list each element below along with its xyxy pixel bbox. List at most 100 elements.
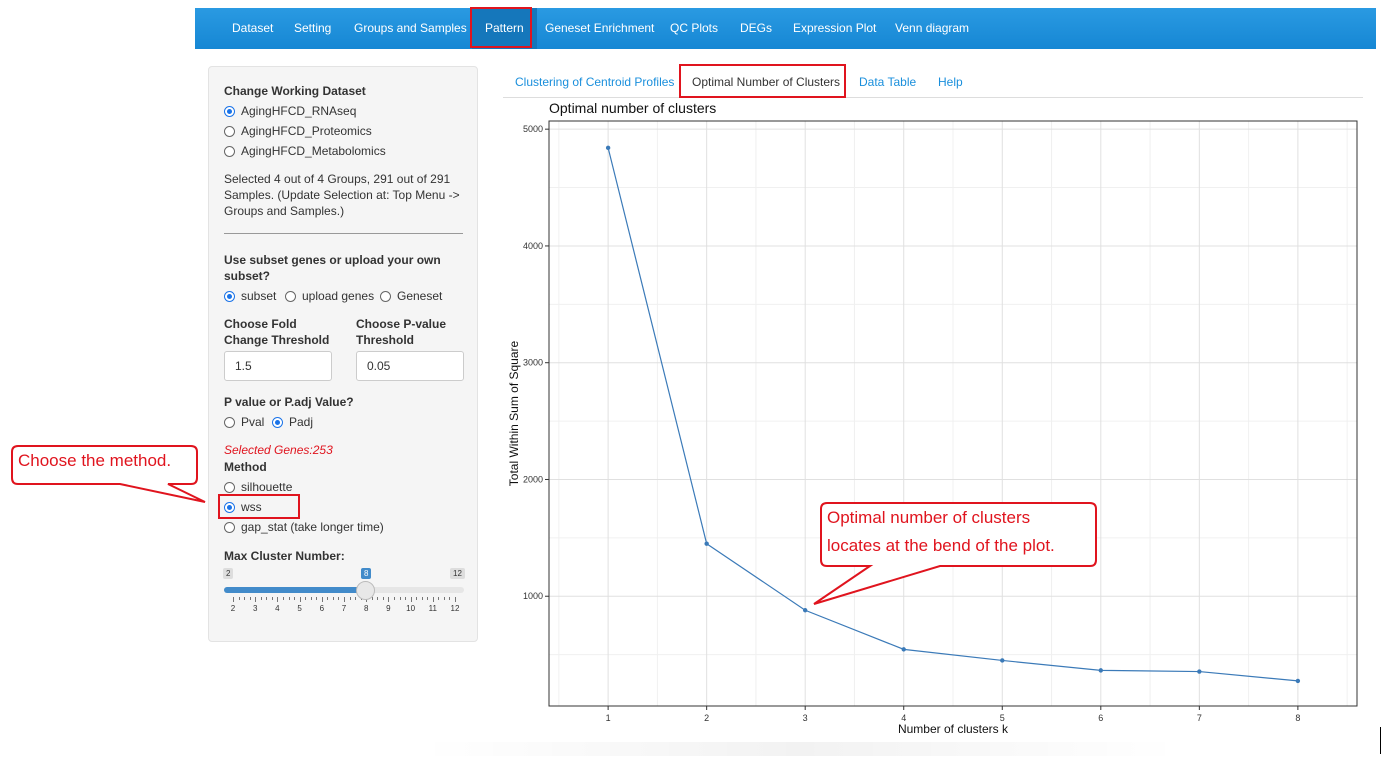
x-tick-label: 8 <box>1295 713 1300 723</box>
subset-option-geneset[interactable]: Geneset <box>380 289 442 303</box>
slider-minor-tick <box>355 597 357 600</box>
radio-icon[interactable] <box>380 290 391 302</box>
wss-elbow-plot: 100020003000400050001 2 3 4 5 6 7 8Number of cl… <box>507 120 1358 736</box>
pval-option-label: Padj <box>289 415 314 429</box>
radio-icon[interactable] <box>285 290 296 302</box>
slider-tick-label: 2 <box>230 604 236 613</box>
dataset-option-rnaseq[interactable]: AgingHFCD_RNAseq <box>224 104 356 118</box>
fold-change-input[interactable]: 1.5 <box>224 351 332 381</box>
bend-callout-line: Optimal number of clusters <box>827 508 1031 527</box>
slider-minor-tick <box>416 597 418 600</box>
tab-help[interactable]: Help <box>938 75 963 89</box>
nav-groups-and-samples[interactable]: Groups and Samples <box>354 8 467 49</box>
nav-geneset-enrichment[interactable]: Geneset Enrichment <box>545 8 654 49</box>
tab-clustering-of-centroid-profiles[interactable]: Clustering of Centroid Profiles <box>515 75 674 89</box>
slider-tick-label: 7 <box>341 604 347 613</box>
slider-minor-tick <box>332 597 334 600</box>
data-point <box>1098 668 1104 673</box>
pval-option-padj[interactable]: Padj <box>272 415 313 429</box>
nav-qc-plots[interactable]: QC Plots <box>670 8 718 49</box>
p-value-label: Threshold <box>356 333 415 347</box>
slider-tick-label: 10 <box>406 604 416 613</box>
slider-tick <box>410 597 412 602</box>
slider-tick-label: 12 <box>450 604 460 613</box>
radio-icon[interactable] <box>224 105 235 117</box>
dataset-heading: Change Working Dataset <box>224 84 366 98</box>
slider-minor-tick <box>310 597 312 600</box>
x-tick-label: 7 <box>1197 713 1202 723</box>
radio-icon[interactable] <box>272 416 283 428</box>
x-axis-label: Number of clusters k <box>898 722 1009 736</box>
slider-minor-tick <box>238 597 240 600</box>
slider-minor-tick <box>421 597 423 600</box>
subset-heading: subset? <box>224 269 271 283</box>
slider-minor-tick <box>288 597 290 600</box>
dataset-option-label: AgingHFCD_Metabolomics <box>241 144 386 158</box>
nav-expression-plot[interactable]: Expression Plot <box>793 8 876 49</box>
y-tick-label: 1000 <box>523 591 543 601</box>
y-tick-label: 4000 <box>523 241 543 251</box>
dataset-option-label: AgingHFCD_RNAseq <box>241 104 357 118</box>
slider-tick <box>233 597 234 602</box>
y-axis-label: Total Within Sum of Square <box>507 340 521 486</box>
slider-tick <box>455 597 456 602</box>
x-tick-label: 3 <box>803 713 808 723</box>
y-tick-label: 5000 <box>523 124 543 134</box>
subset-option-label: Geneset <box>397 289 443 303</box>
tab-highlight-box <box>679 64 846 98</box>
tab-data-table[interactable]: Data Table <box>859 75 916 89</box>
p-value-input[interactable]: 0.05 <box>356 351 464 381</box>
slider-tick-label: 3 <box>252 604 258 613</box>
slider-minor-tick <box>349 597 351 600</box>
nav-dataset[interactable]: Dataset <box>232 8 273 49</box>
data-point <box>1000 658 1005 663</box>
slider-minor-tick <box>438 597 440 600</box>
radio-icon[interactable] <box>224 125 235 137</box>
subset-option-upload[interactable]: upload genes <box>285 289 374 303</box>
y-tick-label: 3000 <box>523 358 543 368</box>
x-tick-label: 6 <box>1098 713 1103 723</box>
p-value-label: Choose P-value <box>356 317 447 331</box>
tabs-underline <box>503 97 1363 98</box>
radio-icon[interactable] <box>224 290 235 302</box>
slider-handle[interactable] <box>356 581 375 600</box>
slider-min-label: 2 <box>223 568 234 579</box>
slider-tick-label: 4 <box>275 604 280 613</box>
radio-icon[interactable] <box>224 416 235 428</box>
y-tick-label: 2000 <box>523 474 543 484</box>
subset-heading: Use subset genes or upload your own <box>224 253 441 267</box>
slider-tick-label: 5 <box>297 604 302 613</box>
pval-option-pval[interactable]: Pval <box>224 415 264 429</box>
slider-minor-tick <box>244 597 246 600</box>
dataset-option-proteomics[interactable]: AgingHFCD_Proteomics <box>224 124 372 138</box>
nav-venn-diagram[interactable]: Venn diagram <box>895 8 969 49</box>
slider-tick-label: 11 <box>428 604 437 613</box>
divider <box>224 233 463 234</box>
subset-option-subset[interactable]: subset <box>224 289 276 303</box>
chart-title: Optimal number of clusters <box>549 100 717 116</box>
x-tick-label: 2 <box>704 713 709 723</box>
slider-minor-tick <box>382 597 384 600</box>
slider-minor-tick <box>443 597 445 600</box>
nav-setting[interactable]: Setting <box>294 8 331 49</box>
slider-minor-tick <box>377 597 379 600</box>
data-point <box>901 647 906 652</box>
slider-tick <box>344 597 345 602</box>
slider-minor-tick <box>399 597 401 600</box>
slider-minor-tick <box>316 597 318 600</box>
subset-option-label: upload genes <box>302 289 375 303</box>
selection-info-line: Groups and Samples.) <box>224 204 345 218</box>
slider-tick <box>432 597 434 602</box>
slider-tick <box>255 597 257 602</box>
radio-icon[interactable] <box>224 145 235 157</box>
x-tick-label: 1 <box>606 713 611 723</box>
text-cursor <box>1380 727 1381 754</box>
selection-info-line: Samples. (Update Selection at: Top Menu … <box>224 188 460 202</box>
dataset-option-metabolomics[interactable]: AgingHFCD_Metabolomics <box>224 144 386 158</box>
selection-info-line: Selected 4 out of 4 Groups, 291 out of 2… <box>224 172 451 186</box>
nav-degs[interactable]: DEGs <box>740 8 772 49</box>
slider-minor-tick <box>305 597 307 600</box>
data-point <box>704 541 709 546</box>
data-point <box>1295 678 1301 684</box>
slider-minor-tick <box>266 597 268 600</box>
